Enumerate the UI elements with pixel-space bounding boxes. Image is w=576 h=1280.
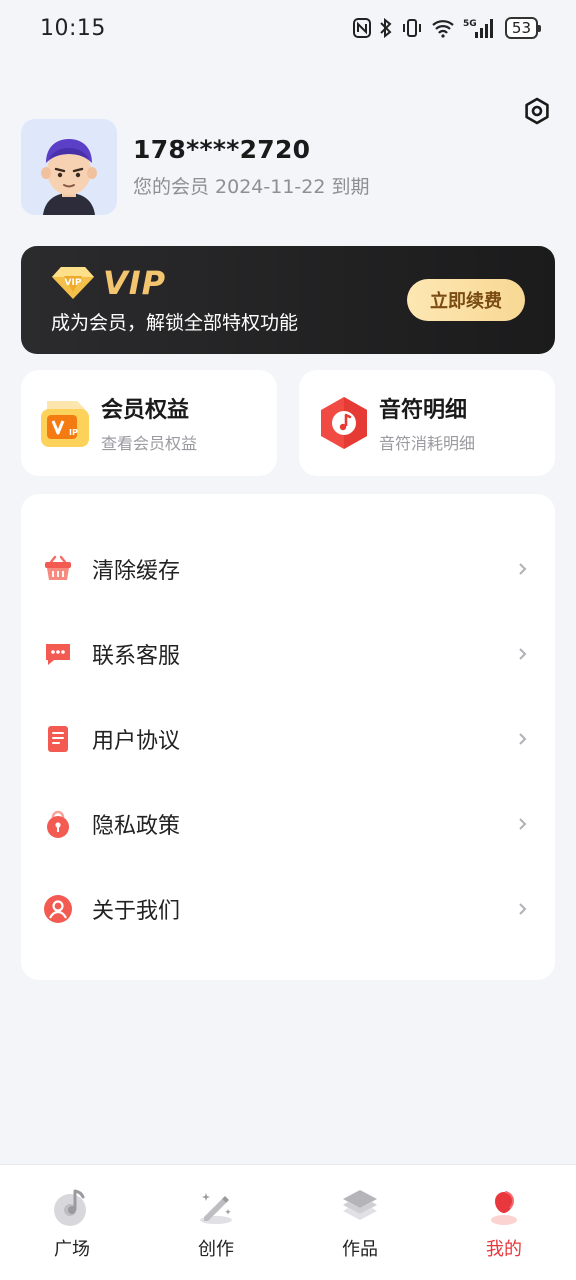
- tab-mine[interactable]: 我的: [432, 1165, 576, 1280]
- vip-banner[interactable]: VIP VIP 成为会员，解锁全部特权功能 立即续费: [21, 246, 555, 354]
- magic-pen-icon: [196, 1187, 236, 1227]
- card-title: 音符明细: [379, 398, 468, 423]
- vibrate-icon: [401, 18, 423, 38]
- tab-create[interactable]: 创作: [144, 1165, 288, 1280]
- status-time: 10:15: [40, 15, 106, 41]
- menu-label: 隐私政策: [92, 813, 181, 839]
- diamond-icon: VIP: [52, 267, 94, 299]
- menu-item-clear-cache[interactable]: 清除缓存: [21, 526, 555, 611]
- chevron-right-icon: [517, 816, 529, 832]
- profile-icon: [484, 1187, 524, 1227]
- card-subtitle: 音符消耗明细: [379, 434, 476, 453]
- card-subtitle: 查看会员权益: [101, 434, 198, 453]
- menu-label: 关于我们: [92, 898, 181, 924]
- document-icon: [43, 724, 73, 754]
- menu-label: 清除缓存: [92, 558, 181, 584]
- wifi-icon: [431, 18, 455, 38]
- tab-square[interactable]: 广场: [0, 1165, 144, 1280]
- person-icon: [43, 894, 73, 924]
- chevron-right-icon: [517, 731, 529, 747]
- diamond-badge-text: VIP: [65, 278, 82, 288]
- renew-button[interactable]: 立即续费: [407, 279, 525, 321]
- battery-indicator: 53: [504, 17, 542, 39]
- tab-label: 广场: [54, 1239, 90, 1260]
- settings-menu: 清除缓存 联系客服 用户协议 隐私政策 关于我们: [21, 494, 555, 980]
- bluetooth-icon: [379, 18, 393, 38]
- membership-expiry: 您的会员 2024-11-22 到期: [133, 176, 370, 198]
- menu-item-user-agreement[interactable]: 用户协议: [21, 696, 555, 781]
- chevron-right-icon: [517, 646, 529, 662]
- svg-text:IP: IP: [69, 428, 78, 437]
- chevron-right-icon: [517, 901, 529, 917]
- tab-works[interactable]: 作品: [288, 1165, 432, 1280]
- nfc-icon: [352, 18, 371, 38]
- menu-item-privacy-policy[interactable]: 隐私政策: [21, 781, 555, 866]
- bottom-tab-bar: 广场 创作 作品 我的: [0, 1164, 576, 1280]
- tab-label: 作品: [342, 1239, 378, 1260]
- user-phone: 178****2720: [133, 135, 311, 164]
- music-disc-icon: [52, 1187, 92, 1227]
- vip-title: VIP: [103, 264, 167, 302]
- chevron-right-icon: [517, 561, 529, 577]
- card-note-details[interactable]: 音符明细 音符消耗明细: [299, 370, 555, 476]
- basket-icon: [43, 554, 73, 584]
- layers-icon: [340, 1187, 380, 1227]
- network-type: 5G: [463, 19, 477, 29]
- profile-header: 178****2720 您的会员 2024-11-22 到期: [21, 118, 551, 216]
- menu-item-about-us[interactable]: 关于我们: [21, 866, 555, 951]
- cellular-icon: 5G: [463, 17, 497, 39]
- chat-icon: [43, 639, 73, 669]
- tab-label: 创作: [198, 1239, 234, 1260]
- menu-item-contact-support[interactable]: 联系客服: [21, 611, 555, 696]
- vip-card-icon: IP: [39, 395, 93, 451]
- status-icons: 5G 53: [352, 17, 542, 39]
- card-title: 会员权益: [101, 398, 190, 423]
- lock-icon: [43, 809, 73, 839]
- menu-label: 联系客服: [92, 643, 181, 669]
- status-bar: 10:15 5G 53: [0, 0, 576, 56]
- avatar[interactable]: [21, 119, 117, 215]
- avatar-illustration: [41, 139, 97, 215]
- tab-label: 我的: [486, 1239, 522, 1260]
- card-member-benefits[interactable]: IP 会员权益 查看会员权益: [21, 370, 277, 476]
- menu-label: 用户协议: [92, 728, 181, 754]
- music-note-icon: [317, 395, 371, 451]
